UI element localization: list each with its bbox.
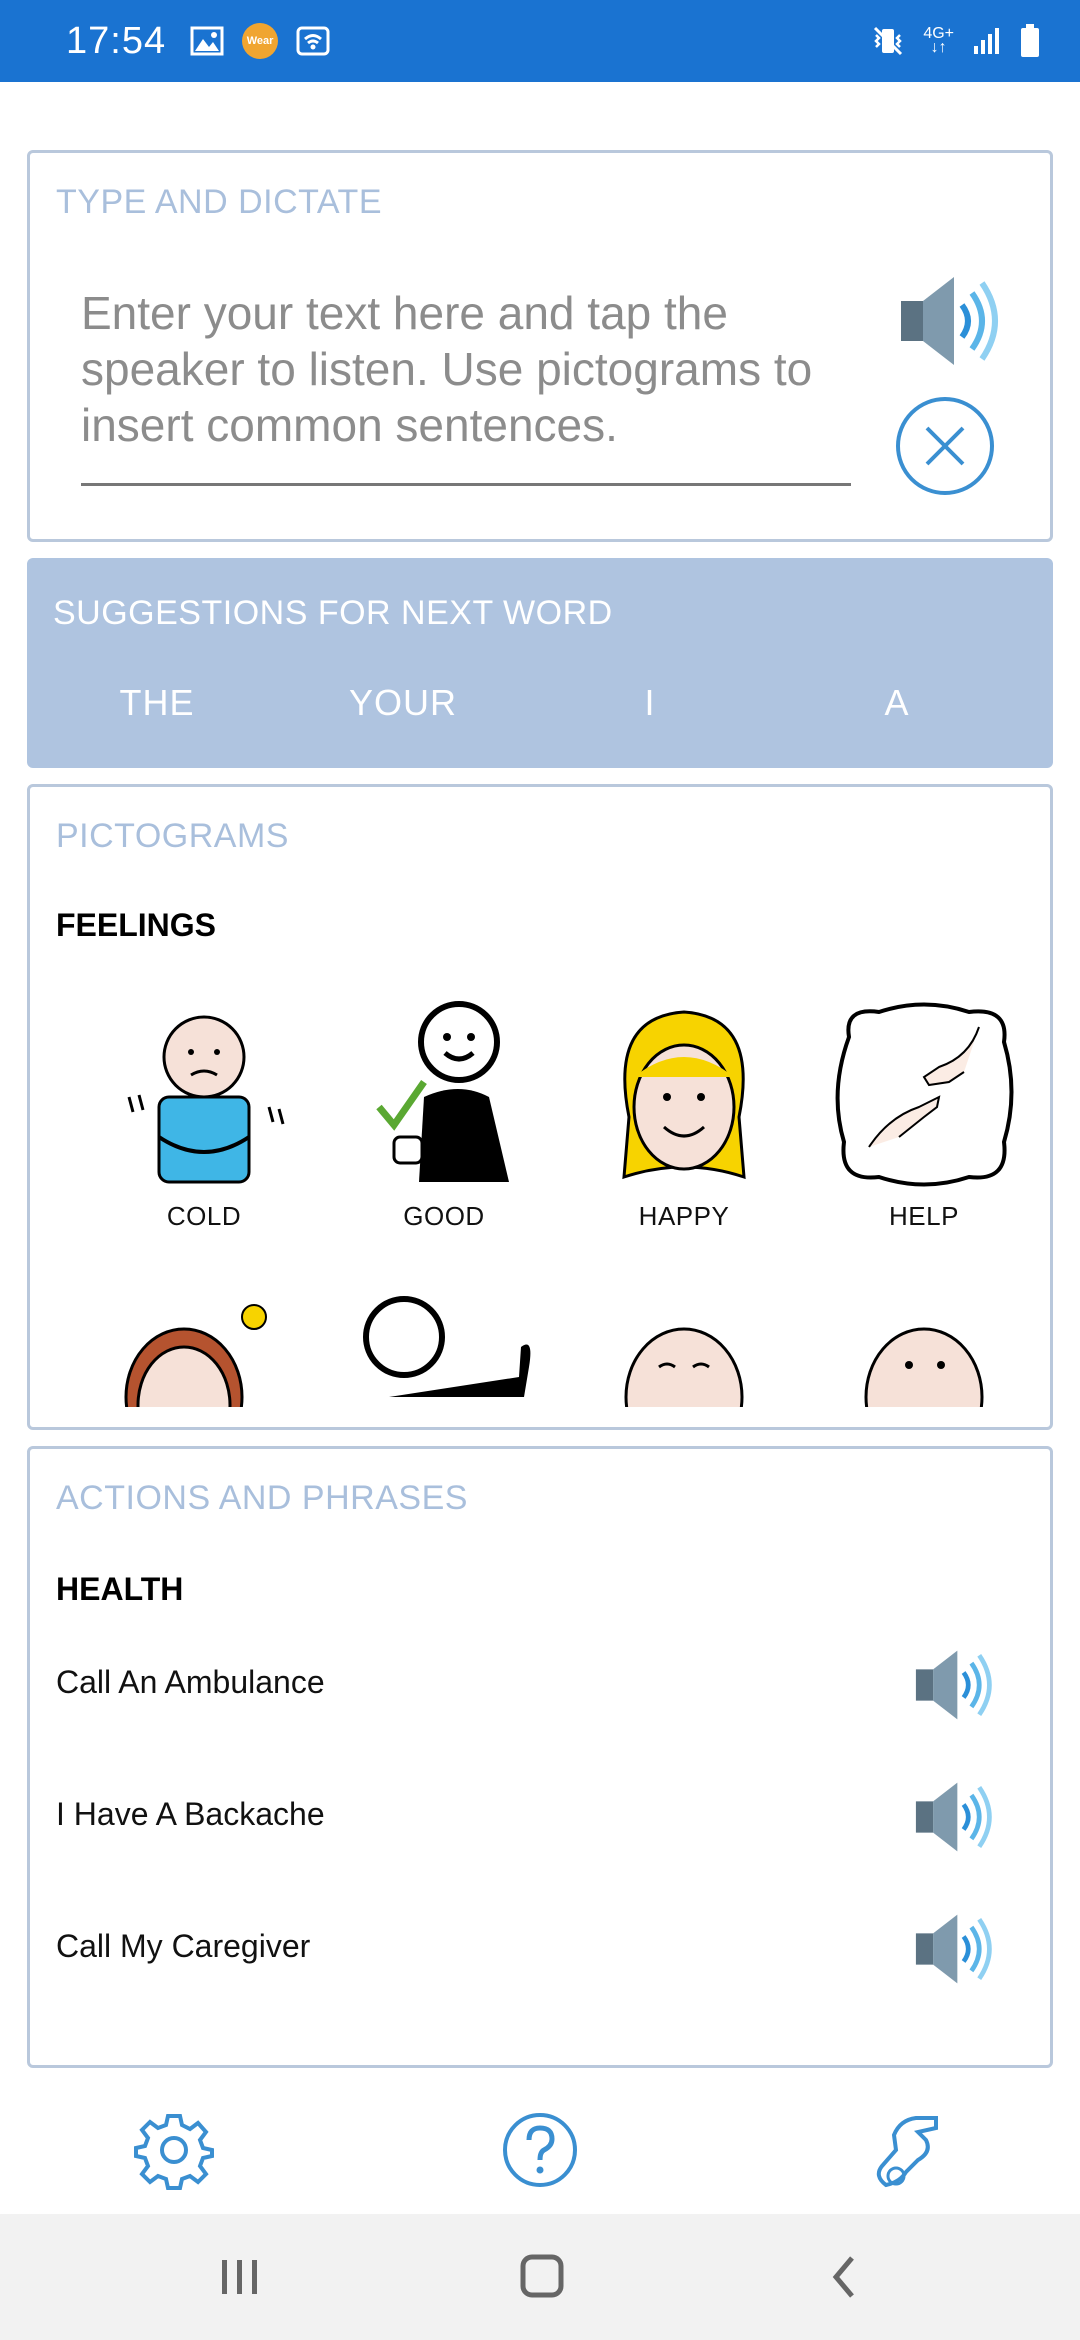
- settings-gear-icon[interactable]: [134, 2110, 214, 2190]
- speaker-icon[interactable]: [912, 1645, 998, 1725]
- actions-card: ACTIONS AND PHRASES HEALTH Call An Ambul…: [27, 1446, 1053, 2068]
- signal-icon: [974, 28, 999, 54]
- system-nav-bar: [0, 2214, 1080, 2340]
- suggestion-word[interactable]: I: [570, 682, 730, 724]
- wear-label: Wear: [246, 35, 274, 47]
- battery-icon: [1021, 24, 1039, 57]
- pictogram-partial[interactable]: [94, 1287, 314, 1407]
- cold-person-icon: [127, 1015, 285, 1184]
- phrase-row[interactable]: Call An Ambulance: [56, 1637, 1026, 1727]
- pictogram-partial[interactable]: [574, 1287, 794, 1407]
- pictogram-label: HELP: [889, 1201, 959, 1231]
- pictogram-label: GOOD: [403, 1201, 485, 1231]
- input-underline: [81, 483, 851, 486]
- speaker-icon[interactable]: [912, 1909, 998, 1989]
- pictogram-partial[interactable]: [334, 1287, 554, 1407]
- pictogram-help[interactable]: HELP: [814, 997, 1034, 1232]
- status-bar: 17:54 Wear 4G+ ↓↑: [0, 0, 1080, 82]
- type-dictate-card: TYPE AND DICTATE Enter your text here an…: [27, 150, 1053, 542]
- pictogram-category: FEELINGS: [56, 907, 217, 943]
- help-question-icon[interactable]: [500, 2110, 580, 2190]
- wink-face-icon: [624, 1327, 744, 1407]
- phrase-row[interactable]: Call My Caregiver: [56, 1901, 1026, 1991]
- type-dictate-title: TYPE AND DICTATE: [56, 183, 383, 221]
- back-icon[interactable]: [814, 2252, 874, 2302]
- wifi-calling-icon: [296, 26, 330, 56]
- pointing-person-icon: [363, 1296, 531, 1397]
- network-4g-icon: 4G+ ↓↑: [923, 25, 954, 56]
- pictogram-partial[interactable]: [814, 1287, 1034, 1407]
- happy-face-icon: [622, 1010, 746, 1180]
- phrase-text: I Have A Backache: [56, 1795, 325, 1832]
- actions-category: HEALTH: [56, 1571, 184, 1607]
- actions-title: ACTIONS AND PHRASES: [56, 1479, 468, 1517]
- status-time: 17:54: [66, 19, 167, 62]
- wear-icon: Wear: [242, 23, 279, 59]
- phrase-text: Call My Caregiver: [56, 1927, 311, 1964]
- suggestion-word[interactable]: THE: [77, 682, 237, 724]
- dictate-text-input[interactable]: Enter your text here and tap the speaker…: [81, 285, 861, 453]
- suggestions-card: SUGGESTIONS FOR NEXT WORD THE YOUR I A: [27, 558, 1053, 768]
- good-thumbs-up-icon: [376, 1001, 509, 1182]
- neutral-face-icon: [864, 1327, 984, 1407]
- network-label: 4G+: [923, 25, 954, 42]
- phrase-text: Call An Ambulance: [56, 1663, 325, 1700]
- vibrate-icon: [874, 26, 903, 56]
- helping-hands-icon: [835, 1002, 1014, 1187]
- pictogram-happy[interactable]: HAPPY: [574, 997, 794, 1232]
- suggestion-word[interactable]: A: [817, 682, 977, 724]
- home-icon[interactable]: [512, 2252, 572, 2302]
- recent-apps-icon[interactable]: [210, 2252, 270, 2302]
- speaker-icon[interactable]: [896, 271, 1006, 371]
- suggestion-row: THE YOUR I A: [27, 682, 1053, 742]
- close-icon: [925, 426, 965, 466]
- sign-language-hand-icon[interactable]: [866, 2110, 946, 2190]
- pictogram-cold[interactable]: COLD: [94, 997, 314, 1232]
- pictograms-card: PICTOGRAMS FEELINGS COLD GOOD HAPPY HELP: [27, 784, 1053, 1430]
- bottom-toolbar: [0, 2090, 1080, 2210]
- pictogram-good[interactable]: GOOD: [334, 997, 554, 1232]
- image-icon: [190, 26, 224, 56]
- phrase-row[interactable]: I Have A Backache: [56, 1769, 1026, 1859]
- speaker-icon[interactable]: [912, 1777, 998, 1857]
- suggestion-word[interactable]: YOUR: [323, 682, 483, 724]
- clear-button[interactable]: [896, 397, 994, 495]
- suggestions-title: SUGGESTIONS FOR NEXT WORD: [53, 594, 613, 632]
- pictogram-label: COLD: [166, 1201, 242, 1231]
- pictograms-title: PICTOGRAMS: [56, 817, 289, 855]
- pictogram-label: HAPPY: [638, 1201, 730, 1231]
- hot-face-icon: [124, 1304, 267, 1407]
